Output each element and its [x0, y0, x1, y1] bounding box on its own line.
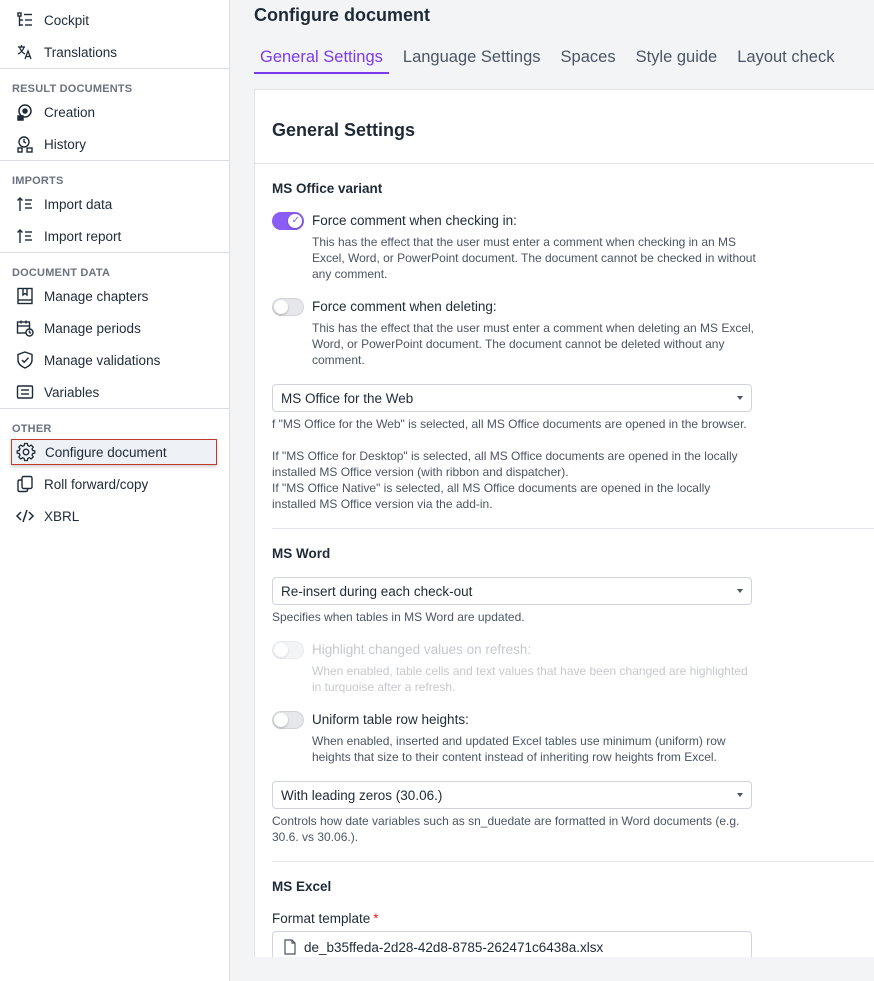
- sidebar-item-import-report[interactable]: Import report: [14, 223, 121, 249]
- variant-help-2: If "MS Office for Desktop" is selected, …: [272, 449, 738, 479]
- format-template-file-input[interactable]: de_b35ffeda-2d28-42d8-8785-262471c6438a.…: [272, 931, 752, 957]
- sidebar-item-label: Roll forward/copy: [44, 476, 149, 492]
- force-comment-delete-toggle[interactable]: [272, 298, 304, 316]
- force-comment-checkin-desc: This has the effect that the user must e…: [312, 235, 756, 281]
- sidebar-divider: [0, 408, 230, 409]
- general-settings-card: General Settings MS Office variant ✓ For…: [254, 89, 874, 957]
- calendar-clock-icon: [14, 317, 36, 339]
- sidebar-item-label: Manage validations: [44, 352, 161, 368]
- ms-word-heading: MS Word: [272, 546, 331, 561]
- sidebar-item-manage-periods[interactable]: Manage periods: [14, 315, 141, 341]
- sidebar-item-variables[interactable]: Variables: [14, 379, 99, 405]
- sidebar-item-roll-forward[interactable]: Roll forward/copy: [14, 471, 148, 497]
- sidebar-divider: [0, 68, 230, 69]
- tab-general-settings[interactable]: General Settings: [254, 40, 389, 74]
- import-icon: [14, 225, 36, 247]
- sidebar-item-label: Cockpit: [44, 12, 90, 28]
- card-title: General Settings: [272, 120, 416, 140]
- tab-language-settings[interactable]: Language Settings: [397, 40, 547, 74]
- divider: [272, 861, 874, 862]
- ms-excel-heading: MS Excel: [272, 879, 332, 894]
- page-title: Configure document: [254, 5, 430, 25]
- caret-down-icon: [737, 396, 743, 400]
- date-format-help: Controls how date variables such as sn_d…: [272, 814, 740, 844]
- date-format-select[interactable]: With leading zeros (30.06.): [272, 781, 752, 809]
- uniform-row-heights-desc: When enabled, inserted and updated Excel…: [312, 734, 726, 764]
- sidebar-item-translations[interactable]: Translations: [14, 39, 117, 65]
- divider: [272, 528, 874, 529]
- sidebar-item-manage-validations[interactable]: Manage validations: [14, 347, 160, 373]
- tab-bar: General Settings Language Settings Space…: [254, 40, 848, 74]
- sidebar-item-creation[interactable]: Creation: [14, 99, 95, 125]
- translate-icon: [14, 41, 36, 63]
- uniform-row-heights-label: Uniform table row heights:: [312, 712, 469, 727]
- force-comment-delete-desc: This has the effect that the user must e…: [312, 321, 755, 367]
- divider: [255, 163, 874, 164]
- shield-check-icon: [14, 349, 36, 371]
- highlight-changed-label: Highlight changed values on refresh:: [312, 642, 532, 657]
- sidebar-item-xbrl[interactable]: XBRL: [14, 503, 79, 529]
- format-template-label-text: Format template: [272, 911, 371, 926]
- variant-help-1: f "MS Office for the Web" is selected, a…: [272, 417, 747, 431]
- section-title-other: OTHER: [12, 423, 52, 435]
- sidebar-item-label: Import report: [44, 228, 122, 244]
- highlight-changed-desc: When enabled, table cells and text value…: [312, 664, 748, 694]
- caret-down-icon: [737, 589, 743, 593]
- force-comment-checkin-label: Force comment when checking in:: [312, 213, 517, 228]
- sidebar: Cockpit Translations RESULT DOCUMENTS Cr…: [0, 0, 230, 981]
- creation-icon: [14, 101, 36, 123]
- ms-office-variant-select[interactable]: MS Office for the Web: [272, 384, 752, 412]
- code-icon: [14, 505, 36, 527]
- history-icon: [14, 133, 36, 155]
- select-value: MS Office for the Web: [281, 390, 414, 406]
- file-icon: [284, 939, 296, 955]
- sidebar-item-label: Configure document: [45, 444, 167, 460]
- sidebar-item-label: Translations: [44, 44, 118, 60]
- file-name: de_b35ffeda-2d28-42d8-8785-262471c6438a.…: [304, 939, 604, 955]
- sidebar-item-history[interactable]: History: [14, 131, 86, 157]
- sidebar-item-label: XBRL: [44, 508, 80, 524]
- sidebar-item-manage-chapters[interactable]: Manage chapters: [14, 283, 148, 309]
- gear-icon: [15, 441, 37, 463]
- sidebar-divider: [0, 252, 230, 253]
- sidebar-item-label: Manage periods: [44, 320, 141, 336]
- uniform-row-heights-toggle[interactable]: [272, 711, 304, 729]
- caret-down-icon: [737, 793, 743, 797]
- sidebar-item-label: Variables: [44, 384, 100, 400]
- cockpit-icon: [14, 9, 36, 31]
- force-comment-checkin-toggle[interactable]: ✓: [272, 212, 304, 230]
- section-title-result-documents: RESULT DOCUMENTS: [12, 83, 133, 95]
- section-title-imports: IMPORTS: [12, 175, 64, 187]
- section-title-document-data: DOCUMENT DATA: [12, 267, 111, 279]
- book-icon: [14, 285, 36, 307]
- sidebar-item-label: History: [44, 136, 87, 152]
- main-content: Configure document General Settings Lang…: [231, 0, 874, 981]
- select-value: Re-insert during each check-out: [281, 583, 473, 599]
- import-icon: [14, 193, 36, 215]
- ms-office-heading: MS Office variant: [272, 181, 383, 196]
- tab-style-guide[interactable]: Style guide: [630, 40, 724, 74]
- highlight-changed-toggle: [272, 641, 304, 659]
- table-update-help: Specifies when tables in MS Word are upd…: [272, 610, 525, 624]
- select-value: With leading zeros (30.06.): [281, 787, 443, 803]
- copy-icon: [14, 473, 36, 495]
- force-comment-delete-label: Force comment when deleting:: [312, 299, 497, 314]
- check-icon: ✓: [291, 215, 300, 226]
- tab-layout-check[interactable]: Layout check: [731, 40, 840, 74]
- table-update-select[interactable]: Re-insert during each check-out: [272, 577, 752, 605]
- sidebar-item-label: Import data: [44, 196, 113, 212]
- sidebar-item-configure-document[interactable]: Configure document: [11, 439, 217, 465]
- format-template-label: Format template *: [272, 911, 379, 926]
- required-mark: *: [373, 911, 379, 926]
- variant-help-3: If "MS Office Native" is selected, all M…: [272, 481, 711, 511]
- sidebar-divider: [0, 160, 230, 161]
- variables-icon: [14, 381, 36, 403]
- sidebar-item-cockpit[interactable]: Cockpit: [14, 7, 89, 33]
- sidebar-item-import-data[interactable]: Import data: [14, 191, 112, 217]
- sidebar-item-label: Manage chapters: [44, 288, 149, 304]
- sidebar-item-label: Creation: [44, 104, 96, 120]
- tab-spaces[interactable]: Spaces: [555, 40, 622, 74]
